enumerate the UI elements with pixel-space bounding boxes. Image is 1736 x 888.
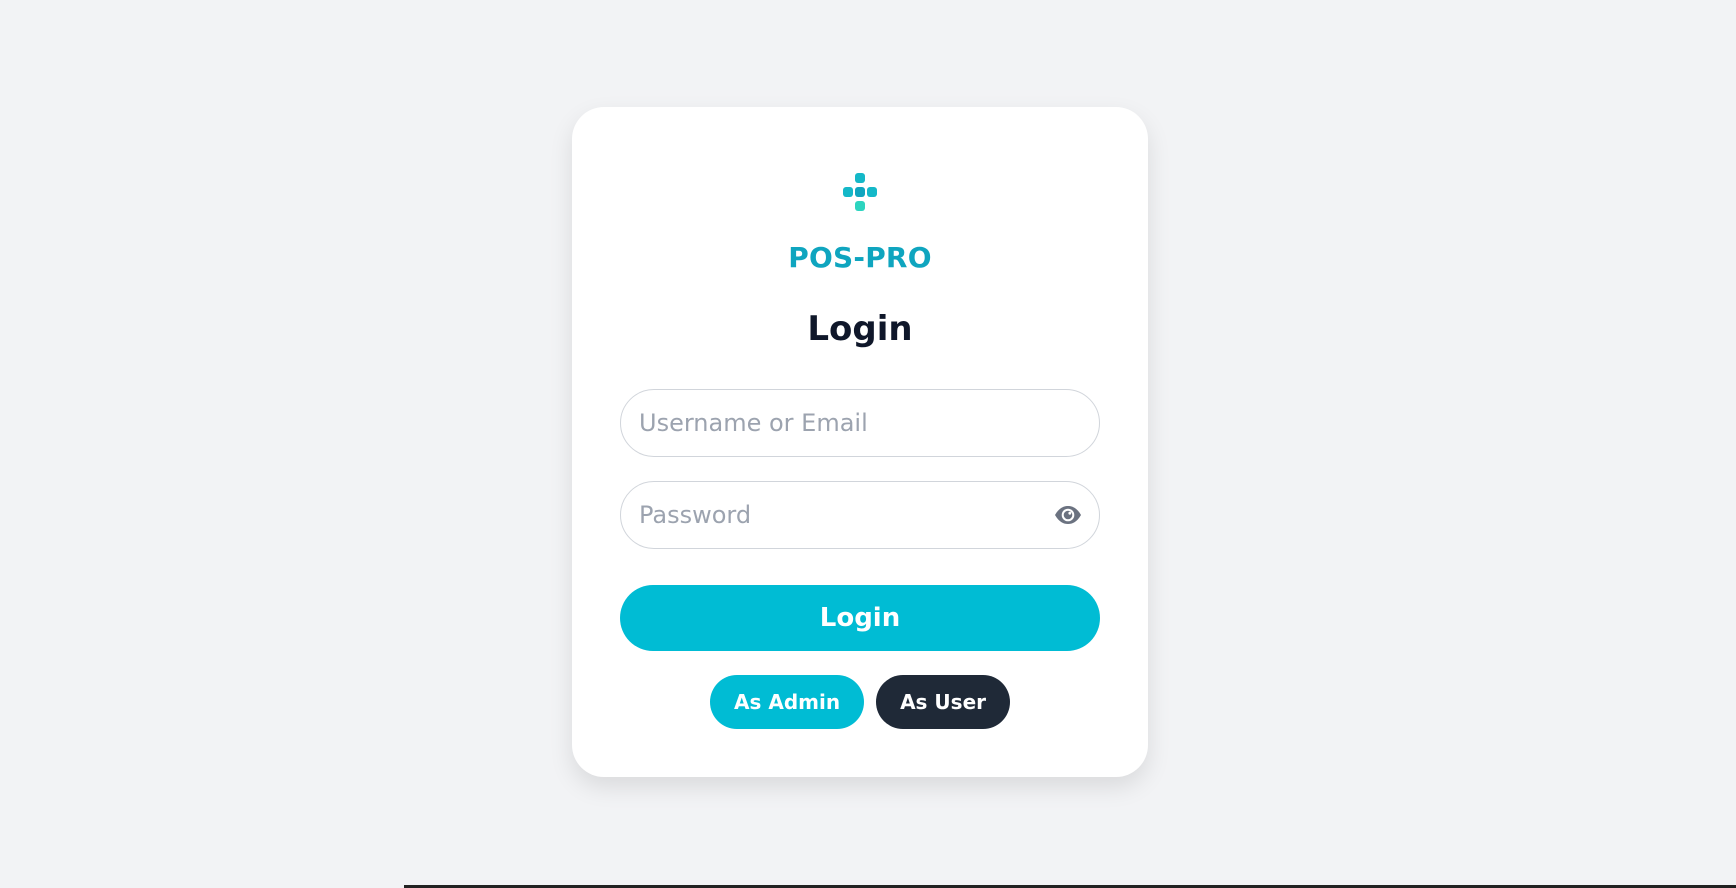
as-admin-button[interactable]: As Admin — [710, 675, 865, 729]
username-field-container — [620, 389, 1100, 457]
login-button[interactable]: Login — [620, 585, 1100, 651]
login-card: POS-PRO Login Login As Admin As User — [572, 107, 1148, 777]
pos-pro-logo-icon — [839, 171, 881, 213]
role-buttons: As Admin As User — [572, 675, 1148, 729]
password-field-container — [620, 481, 1100, 549]
as-user-button[interactable]: As User — [876, 675, 1010, 729]
login-title: Login — [807, 309, 913, 349]
eye-icon[interactable] — [1053, 500, 1083, 530]
brand-name: POS-PRO — [788, 241, 932, 274]
password-input[interactable] — [621, 482, 1099, 548]
dots-plus-icon — [843, 173, 877, 211]
username-input[interactable] — [621, 390, 1099, 456]
